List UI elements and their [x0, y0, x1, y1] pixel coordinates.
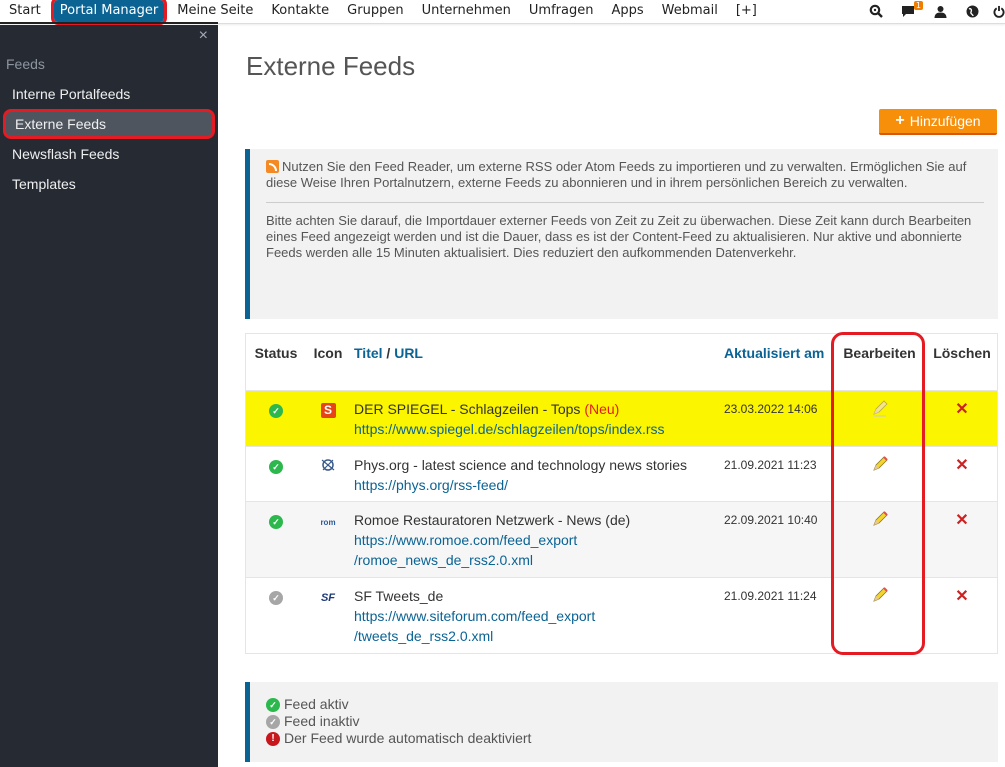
updated-date: 21.09.2021 11:23 [720, 445, 832, 501]
feed-url[interactable]: https://www.spiegel.de/schlagzeilen/tops… [354, 421, 665, 437]
info-text-1: Nutzen Sie den Feed Reader, um externe R… [266, 159, 967, 190]
edit-pencil-icon[interactable] [871, 455, 889, 473]
power-icon[interactable] [993, 0, 1005, 22]
sidebar-item-newsflash-feeds[interactable]: Newsflash Feeds [0, 139, 218, 169]
close-sidebar-icon[interactable]: × [199, 27, 208, 45]
table-header-row: Status Icon Titel / URL Aktualisiert am … [246, 334, 997, 390]
siteforum-icon: SF [320, 591, 336, 604]
sidebar: × Feeds Interne Portalfeeds Externe Feed… [0, 25, 218, 767]
nav-apps[interactable]: Apps [602, 0, 652, 22]
nav-gruppen[interactable]: Gruppen [338, 0, 412, 22]
info-paragraph-2: Bitte achten Sie darauf, die Importdauer… [266, 213, 972, 260]
nav-more[interactable]: [+] [727, 0, 766, 22]
status-active-icon: ✓ [269, 403, 283, 418]
delete-x-icon[interactable]: ✕ [955, 401, 968, 418]
legend-deactivated: ! Der Feed wurde automatisch deaktiviert [266, 730, 982, 747]
header-title-url: Titel / URL [350, 334, 720, 390]
new-label: (Neu) [584, 400, 620, 417]
messages-icon[interactable]: 1 [897, 0, 923, 22]
search-icon[interactable] [865, 0, 887, 22]
legend-inactive-label: Feed inaktiv [284, 713, 360, 729]
legend-deactivated-label: Der Feed wurde automatisch deaktiviert [284, 730, 532, 746]
nav-umfragen[interactable]: Umfragen [520, 0, 603, 22]
header-status: Status [254, 345, 298, 361]
table-row: ✓ rom Romoe Restauratoren Netzwerk - New… [246, 500, 997, 577]
table-row: ✓ SF SF Tweets_de https://www.siteforum.… [246, 576, 997, 653]
feed-title: Romoe Restauratoren Netzwerk - News (de) [354, 511, 631, 528]
info-paragraph-1: Nutzen Sie den Feed Reader, um externe R… [266, 159, 984, 191]
table-row: ✓ S DER SPIEGEL - Schlagzeilen - Tops (N… [246, 389, 997, 446]
edit-pencil-icon[interactable] [871, 510, 889, 528]
feed-url[interactable]: https://phys.org/rss-feed/ [354, 477, 508, 493]
nav-active-underline [0, 22, 218, 24]
status-inactive-icon: ✓ [269, 590, 283, 605]
delete-x-icon[interactable]: ✕ [955, 457, 968, 474]
updated-date: 23.03.2022 14:06 [720, 389, 832, 446]
add-feed-label: Hinzufügen [909, 113, 981, 129]
status-active-icon: ✓ [269, 459, 283, 474]
status-inactive-icon: ✓ [266, 714, 280, 729]
sort-title-link[interactable]: Titel [354, 345, 383, 361]
status-active-icon: ✓ [269, 514, 283, 529]
sidebar-item-externe-feeds[interactable]: Externe Feeds [3, 109, 215, 139]
rss-icon [266, 160, 279, 173]
globe-icon[interactable] [961, 0, 983, 22]
main-nav: Start Portal Manager Meine Seite Kontakt… [0, 0, 766, 25]
header-edit: Bearbeiten [843, 345, 916, 361]
nav-webmail[interactable]: Webmail [653, 0, 727, 22]
updated-date: 21.09.2021 11:24 [720, 576, 832, 653]
feed-title: DER SPIEGEL - Schlagzeilen - Tops [354, 400, 581, 417]
header-icon: Icon [313, 345, 343, 361]
add-feed-button[interactable]: + Hinzufügen [879, 109, 997, 135]
feed-url[interactable]: https://www.romoe.com/feed_export [354, 532, 577, 548]
status-active-icon: ✓ [266, 697, 280, 712]
updated-date: 22.09.2021 10:40 [720, 500, 832, 577]
sidebar-heading: Feeds [6, 56, 45, 72]
sidebar-item-interne-portalfeeds[interactable]: Interne Portalfeeds [0, 79, 218, 109]
edit-pencil-icon[interactable] [871, 399, 889, 417]
plus-icon: + [895, 112, 905, 129]
feed-title: SF Tweets_de [354, 587, 444, 604]
info-divider [266, 202, 984, 203]
info-box: Nutzen Sie den Feed Reader, um externe R… [245, 149, 998, 319]
nav-unternehmen[interactable]: Unternehmen [413, 0, 520, 22]
feed-title: Phys.org - latest science and technology… [354, 456, 688, 473]
feed-url-continued[interactable]: /tweets_de_rss2.0.xml [354, 628, 493, 644]
header-updated: Aktualisiert am [720, 334, 832, 390]
main-content: Externe Feeds + Hinzufügen Nutzen Sie de… [218, 25, 1005, 767]
feed-url-continued[interactable]: /romoe_news_de_rss2.0.xml [354, 552, 533, 568]
spiegel-icon: S [320, 402, 336, 418]
header-delete: Löschen [933, 345, 991, 361]
top-icons: 1 [855, 0, 1005, 22]
table-row: ✓ Phys.org - latest science and technolo… [246, 445, 997, 501]
legend-inactive: ✓ Feed inaktiv [266, 713, 982, 730]
sidebar-menu: Interne Portalfeeds Externe Feeds Newsfl… [0, 79, 218, 199]
page-title: Externe Feeds [246, 51, 416, 81]
physorg-icon [320, 457, 336, 478]
header-separator: / [382, 345, 395, 361]
sort-updated-link[interactable]: Aktualisiert am [724, 345, 824, 361]
nav-start[interactable]: Start [0, 0, 50, 22]
delete-x-icon[interactable]: ✕ [955, 588, 968, 605]
legend-box: ✓ Feed aktiv ✓ Feed inaktiv ! Der Feed wurd… [245, 682, 998, 762]
delete-x-icon[interactable]: ✕ [955, 512, 968, 529]
legend-active-label: Feed aktiv [284, 696, 349, 712]
messages-badge: 1 [913, 1, 923, 10]
sidebar-item-templates[interactable]: Templates [0, 169, 218, 199]
feed-url[interactable]: https://www.siteforum.com/feed_export [354, 608, 595, 624]
top-navigation-bar: Start Portal Manager Meine Seite Kontakt… [0, 0, 1005, 25]
feeds-table: Status Icon Titel / URL Aktualisiert am … [245, 333, 998, 654]
edit-pencil-icon[interactable] [871, 586, 889, 604]
nav-portal-manager[interactable]: Portal Manager [50, 0, 168, 25]
user-icon[interactable] [929, 0, 951, 22]
legend-active: ✓ Feed aktiv [266, 696, 982, 713]
status-error-icon: ! [266, 731, 280, 746]
sort-url-link[interactable]: URL [394, 345, 423, 361]
romoe-icon: rom [320, 517, 336, 527]
nav-meine-seite[interactable]: Meine Seite [168, 0, 262, 22]
nav-kontakte[interactable]: Kontakte [262, 0, 338, 22]
